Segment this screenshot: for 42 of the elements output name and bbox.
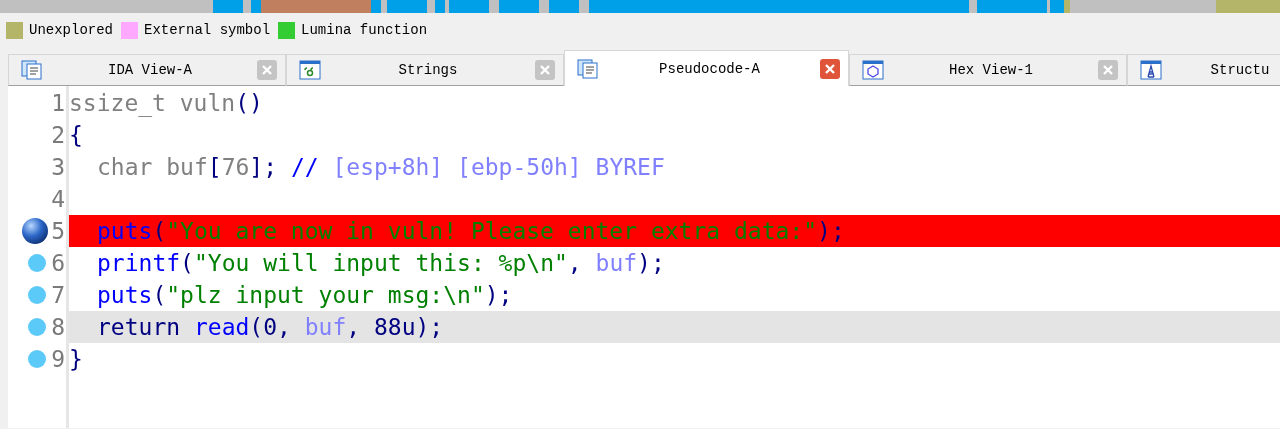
tab[interactable]: Structu [1127,54,1280,86]
line-number: 9 [51,346,65,372]
legend-label: External symbol [144,22,271,38]
tab-label: Hex View-1 [948,62,1034,78]
tab[interactable]: Pseudocode-A [564,50,849,86]
line-number: 3 [51,154,65,180]
document-icon [21,60,43,80]
close-icon [539,64,551,76]
tab-label: Pseudocode-A [658,60,761,77]
line-number: 7 [51,282,65,308]
legend-label: Lumina function [301,22,428,38]
code-line: puts("plz input your msg:\n"); [96,281,514,310]
strings-icon [299,60,321,80]
line-number: 5 [51,218,65,244]
legend-label: Unexplored [29,22,113,38]
line-number: 1 [51,90,65,116]
close-button[interactable] [535,60,555,80]
tab-label: Strings [397,62,459,78]
close-button[interactable] [1098,60,1118,80]
close-button[interactable] [257,60,277,80]
tab[interactable]: Strings [286,54,564,86]
close-button[interactable] [820,58,840,79]
code-line: } [69,345,84,374]
tab-label: Structu [1209,62,1271,78]
document-icon [577,58,599,79]
navigation-band[interactable] [0,0,1280,13]
tab[interactable]: Hex View-1 [849,54,1127,86]
line-number: 2 [51,122,65,148]
code-line: printf("You will input this: %p\n", buf); [96,249,666,278]
close-icon [261,64,273,76]
tab[interactable]: IDA View-A [8,54,286,86]
line-number: 8 [51,314,65,340]
breakpoint-icon[interactable] [21,217,50,245]
close-icon [824,62,836,75]
code-line: ssize_t vuln() [69,89,264,119]
code-line: char buf[76]; // [esp+8h] [ebp-50h] BYREF [96,153,666,182]
structure-icon [1140,60,1162,80]
tab-label: IDA View-A [107,62,193,78]
line-number: 4 [51,186,65,212]
code-line: { [69,121,84,150]
close-icon [1102,64,1114,76]
line-number: 6 [51,250,65,276]
